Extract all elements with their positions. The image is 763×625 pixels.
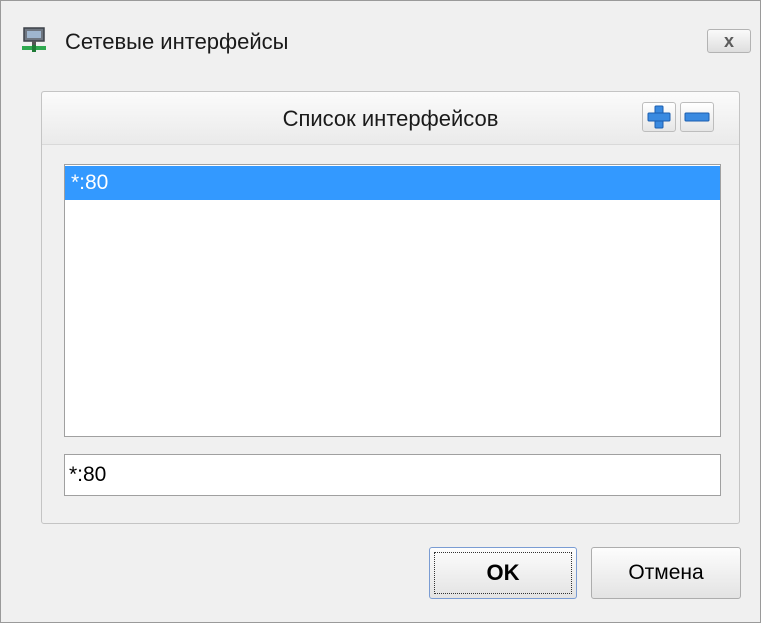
ok-button[interactable]: OK (429, 547, 577, 599)
close-button[interactable]: x (707, 29, 751, 53)
close-icon: x (723, 30, 734, 51)
network-icon (21, 27, 49, 53)
window-title: Сетевые интерфейсы (65, 29, 289, 54)
focus-rect (434, 552, 572, 594)
minus-icon (684, 112, 710, 122)
interface-input[interactable] (64, 454, 721, 496)
dialog-window: Сетевые интерфейсы x Список интерфейсов … (0, 0, 761, 623)
remove-interface-button[interactable] (680, 102, 714, 132)
cancel-button-label: Отмена (628, 561, 704, 584)
title-bar: Сетевые интерфейсы x (1, 1, 760, 69)
cancel-button[interactable]: Отмена (591, 547, 741, 599)
list-item[interactable]: *:80 (65, 166, 720, 200)
group-title: Список интерфейсов (282, 106, 499, 131)
plus-icon (647, 105, 671, 129)
add-interface-button[interactable] (642, 102, 676, 132)
group-header: Список интерфейсов (42, 92, 739, 145)
interfaces-list[interactable]: *:80 (64, 164, 721, 437)
